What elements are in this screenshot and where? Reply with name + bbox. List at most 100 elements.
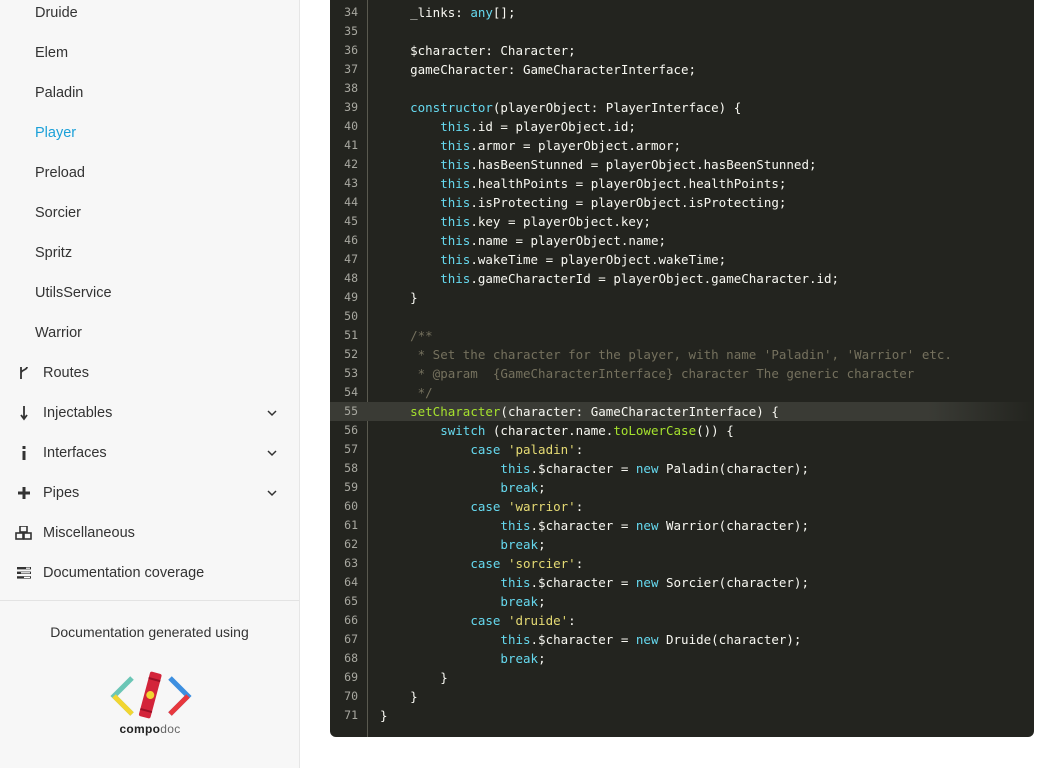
line-number: 60 (344, 499, 358, 513)
code-token: : (575, 556, 584, 571)
line-number: 43 (344, 176, 358, 190)
code-token: break (500, 651, 539, 666)
line-number: 42 (344, 157, 358, 171)
compodoc-logo-icon (110, 671, 192, 719)
code-line: 37 gameCharacter: GameCharacterInterface… (330, 60, 1034, 79)
line-number: 53 (344, 366, 358, 380)
code-line: 50 (330, 307, 1034, 326)
line-number: 39 (344, 100, 358, 114)
code-text: this.$character = new Warrior(character)… (380, 516, 809, 535)
line-number: 44 (344, 195, 358, 209)
sidebar-section-miscellaneous[interactable]: Miscellaneous (0, 513, 299, 553)
code-token: .wakeTime = playerObject.wakeTime; (470, 252, 727, 267)
line-number: 66 (344, 613, 358, 627)
code-line: 41 this.armor = playerObject.armor; (330, 136, 1034, 155)
sidebar-section-documentation-coverage[interactable]: Documentation coverage (0, 553, 299, 593)
sidebar-section-injectables[interactable]: Injectables (0, 393, 299, 433)
code-token: } (380, 670, 448, 685)
line-number: 54 (344, 385, 358, 399)
chevron-down-icon[interactable] (265, 486, 279, 500)
code-token: Sorcier(character); (658, 575, 809, 590)
line-number: 68 (344, 651, 358, 665)
code-token: : (575, 442, 584, 457)
code-token: ; (538, 480, 546, 495)
code-token: this (440, 195, 471, 210)
sidebar-item-label: Sorcier (35, 205, 81, 221)
sidebar-section-interfaces[interactable]: Interfaces (0, 433, 299, 473)
code-line: 61 this.$character = new Warrior(charact… (330, 516, 1034, 535)
code-token: (character: GameCharacterInterface) { (500, 404, 779, 419)
sidebar-section-pipes[interactable]: Pipes (0, 473, 299, 513)
line-number: 40 (344, 119, 358, 133)
chevron-down-icon[interactable] (265, 446, 279, 460)
code-line: 68 break; (330, 649, 1034, 668)
code-line: 52 * Set the character for the player, w… (330, 345, 1034, 364)
chevron-down-icon[interactable] (265, 406, 279, 420)
code-text: this.name = playerObject.name; (380, 231, 666, 250)
code-token: constructor (410, 100, 493, 115)
sidebar-item-sorcier[interactable]: Sorcier (0, 193, 299, 233)
code-text: this.healthPoints = playerObject.healthP… (380, 174, 786, 193)
line-number: 64 (344, 575, 358, 589)
code-line: 39 constructor(playerObject: PlayerInter… (330, 98, 1034, 117)
code-token: .$character = (530, 632, 636, 647)
code-text: $character: Character; (380, 41, 576, 60)
code-token: ; (538, 537, 546, 552)
code-token: new (635, 518, 659, 533)
line-number: 34 (344, 5, 358, 19)
line-number: 52 (344, 347, 358, 361)
code-token: 'paladin' (507, 442, 576, 457)
code-line: 64 this.$character = new Sorcier(charact… (330, 573, 1034, 592)
code-token: ; (538, 651, 546, 666)
sidebar: Druide Elem Paladin Player Preload Sorcier Spr… (0, 0, 300, 768)
sidebar-item-spritz[interactable]: Spritz (0, 233, 299, 273)
sidebar-section-label: Miscellaneous (43, 525, 135, 541)
code-token: setCharacter (410, 404, 501, 419)
code-token: new (635, 575, 659, 590)
line-number: 35 (344, 24, 358, 38)
code-token: .$character = (530, 518, 636, 533)
code-line: 35 (330, 22, 1034, 41)
line-number: 65 (344, 594, 358, 608)
sidebar-item-warrior[interactable]: Warrior (0, 313, 299, 353)
sidebar-item-elem[interactable]: Elem (0, 33, 299, 73)
line-number: 59 (344, 480, 358, 494)
code-token: new (635, 632, 659, 647)
sidebar-item-preload[interactable]: Preload (0, 153, 299, 193)
code-text: } (380, 687, 418, 706)
code-line: 40 this.id = playerObject.id; (330, 117, 1034, 136)
code-token: this (440, 214, 471, 229)
code-line: 34 _links: any[]; (330, 3, 1034, 22)
sidebar-item-utilsservice[interactable]: UtilsService (0, 273, 299, 313)
sidebar-item-paladin[interactable]: Paladin (0, 73, 299, 113)
code-text: setCharacter(character: GameCharacterInt… (380, 402, 779, 421)
source-code-block[interactable]: 34 _links: any[]; 35 36 $character: Charac… (330, 0, 1034, 737)
arrow-down-icon (14, 404, 34, 422)
sidebar-item-player[interactable]: Player (0, 113, 299, 153)
code-token: switch (440, 423, 486, 438)
code-token: (playerObject: PlayerInterface) { (492, 100, 742, 115)
code-token: ; (538, 594, 546, 609)
line-number: 55 (344, 404, 358, 418)
line-number: 41 (344, 138, 358, 152)
code-token: this (500, 575, 531, 590)
code-text: this.hasBeenStunned = playerObject.hasBe… (380, 155, 816, 174)
compodoc-logo[interactable]: compodoc (108, 670, 192, 742)
sidebar-item-label: Paladin (35, 85, 84, 101)
sidebar-section-routes[interactable]: Routes (0, 353, 299, 393)
code-line: 66 case 'druide': (330, 611, 1034, 630)
sidebar-item-druide[interactable]: Druide (0, 0, 299, 33)
